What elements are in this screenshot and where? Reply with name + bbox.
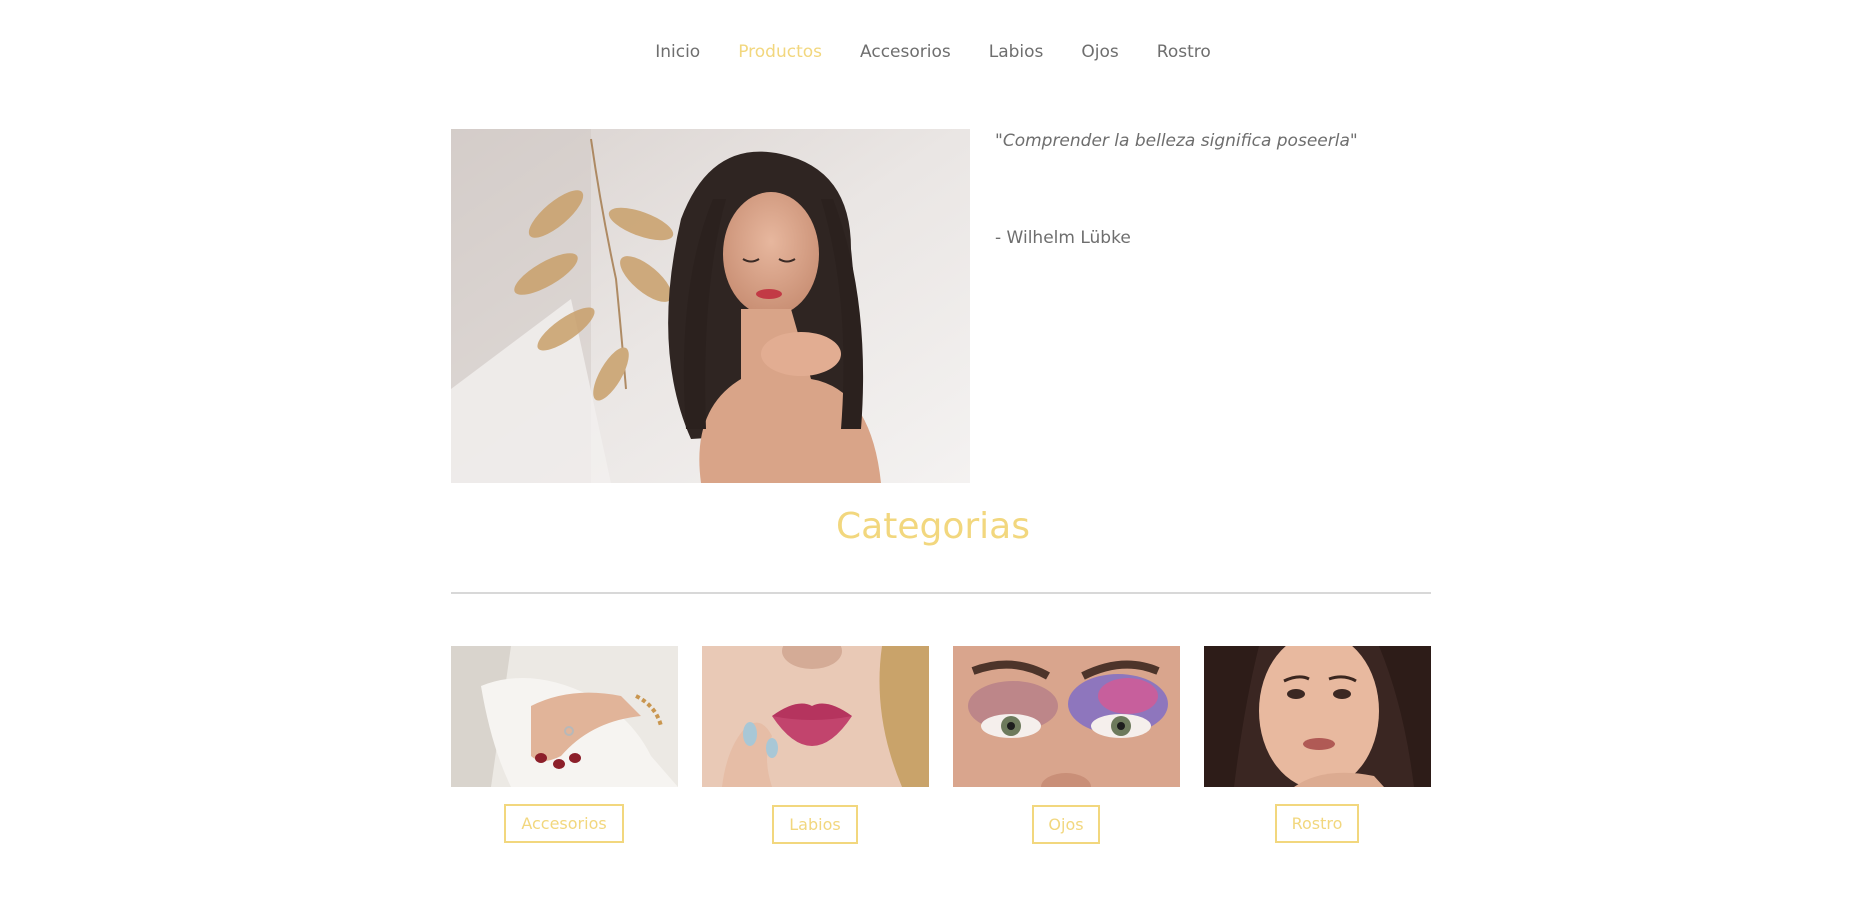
category-button-rostro[interactable]: Rostro — [1275, 804, 1359, 843]
category-image-labios[interactable] — [702, 646, 929, 787]
nav-rostro[interactable]: Rostro — [1157, 42, 1211, 62]
nav-productos[interactable]: Productos — [738, 42, 822, 62]
nav-inicio[interactable]: Inicio — [655, 42, 700, 62]
category-image-rostro[interactable] — [1204, 646, 1431, 787]
main-nav: Inicio Productos Accesorios Labios Ojos … — [0, 38, 1866, 66]
nav-ojos[interactable]: Ojos — [1081, 42, 1118, 62]
nav-accesorios[interactable]: Accesorios — [860, 42, 951, 62]
category-image-ojos[interactable] — [953, 646, 1180, 787]
category-button-labios[interactable]: Labios — [772, 805, 858, 844]
categories-title: Categorias — [836, 506, 1030, 547]
hero-quote: "Comprender la belleza significa poseerl… — [995, 131, 1358, 151]
category-image-accesorios[interactable] — [451, 646, 678, 787]
nav-labios[interactable]: Labios — [989, 42, 1044, 62]
hero-photo — [451, 129, 970, 483]
section-divider — [451, 592, 1431, 594]
hero-author: - Wilhelm Lübke — [995, 228, 1131, 248]
category-button-ojos[interactable]: Ojos — [1032, 805, 1100, 844]
category-button-accesorios[interactable]: Accesorios — [504, 804, 624, 843]
